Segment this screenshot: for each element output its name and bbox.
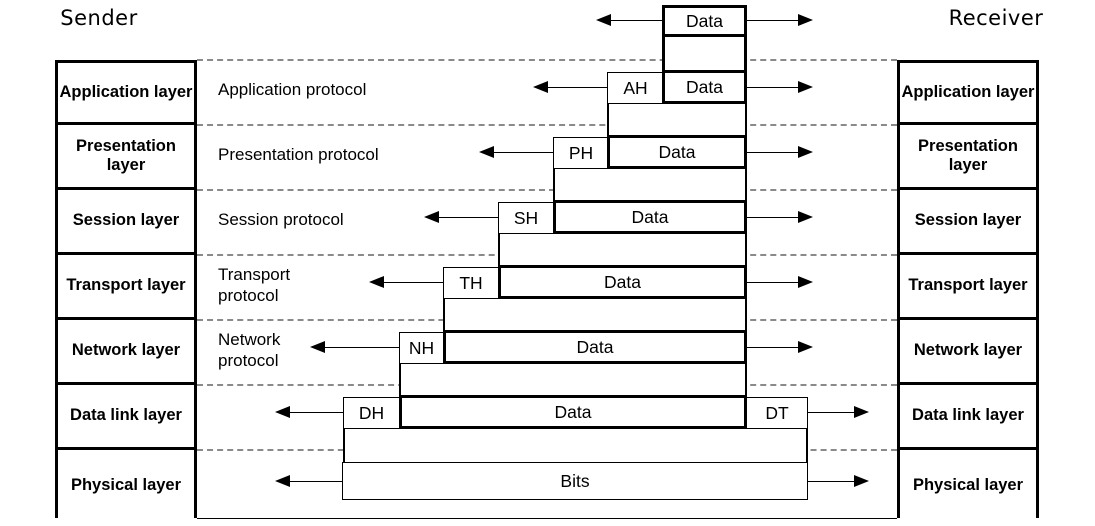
arrow-left-network [310,341,325,353]
pdu-transport-data[interactable]: Data [498,265,747,299]
receiver-layer-presentation[interactable]: Presentation layer [900,125,1036,190]
arrow-line-left-presentation [493,152,553,153]
pdu-top-data[interactable]: Data [662,5,747,37]
pdu-application-header[interactable]: AH [607,72,664,104]
arrow-line-left-top [610,20,662,21]
sender-layer-application[interactable]: Application layer [58,63,194,125]
pdu-session-data[interactable]: Data [553,200,747,234]
arrow-left-physical [275,475,290,487]
arrow-right-transport [798,276,813,288]
arrow-right-datalink [854,406,869,418]
arrow-line-left-application [547,87,607,88]
connector-top-to-application [662,36,747,74]
pdu-datalink-trailer[interactable]: DT [746,397,808,429]
arrow-line-right-physical [808,481,855,482]
sender-layer-stack: Application layer Presentation layer Ses… [55,60,197,521]
pdu-physical-bits[interactable]: Bits [342,462,808,500]
arrow-line-right-transport [747,282,799,283]
protocol-label-presentation: Presentation protocol [218,145,379,164]
protocol-label-application: Application protocol [218,80,367,99]
arrow-left-datalink [275,406,290,418]
pdu-network-data[interactable]: Data [443,330,747,364]
pdu-session-header[interactable]: SH [498,202,554,234]
arrow-left-presentation [479,146,494,158]
arrow-right-physical [854,475,869,487]
arrow-line-left-session [438,217,498,218]
sender-layer-datalink[interactable]: Data link layer [58,385,194,450]
receiver-layer-physical[interactable]: Physical layer [900,450,1036,521]
pdu-datalink-data[interactable]: Data [399,395,747,429]
sender-title: Sender [60,6,138,30]
arrow-line-right-application [747,87,799,88]
sender-layer-transport[interactable]: Transport layer [58,255,194,320]
arrow-left-transport [369,276,384,288]
sender-layer-session[interactable]: Session layer [58,190,194,255]
arrow-right-application [798,81,813,93]
separator-session-transport [197,189,897,191]
receiver-layer-transport[interactable]: Transport layer [900,255,1036,320]
separator-presentation-session [197,124,897,126]
sender-layer-network[interactable]: Network layer [58,320,194,385]
arrow-line-left-datalink [289,412,343,413]
arrow-line-right-network [747,347,799,348]
sender-layer-presentation[interactable]: Presentation layer [58,125,194,190]
connector-datalink-to-physical [343,428,808,464]
connector-presentation-to-session [553,168,747,204]
pdu-datalink-header[interactable]: DH [343,397,400,429]
arrow-left-top [596,14,611,26]
receiver-layer-network[interactable]: Network layer [900,320,1036,385]
receiver-layer-datalink[interactable]: Data link layer [900,385,1036,450]
arrow-line-right-top [747,20,799,21]
arrow-line-right-presentation [747,152,799,153]
connector-transport-to-network [443,298,747,334]
arrow-line-right-datalink [808,412,855,413]
osi-encapsulation-diagram: Sender Receiver Application layer Presen… [0,0,1095,526]
pdu-network-header[interactable]: NH [399,332,444,364]
connector-application-to-presentation [607,103,747,139]
arrow-right-presentation [798,146,813,158]
pdu-presentation-data[interactable]: Data [607,135,747,169]
protocol-label-network: Network protocol [218,330,281,370]
receiver-layer-application[interactable]: Application layer [900,63,1036,125]
arrow-left-session [424,211,439,223]
protocol-label-session: Session protocol [218,210,344,229]
pdu-presentation-header[interactable]: PH [553,137,609,169]
arrow-line-left-network [324,347,399,348]
pdu-transport-header[interactable]: TH [443,267,499,299]
connector-network-to-datalink [399,363,747,399]
arrow-right-top [798,14,813,26]
bottom-baseline [197,518,897,519]
arrow-line-right-session [747,217,799,218]
receiver-layer-stack: Application layer Presentation layer Ses… [897,60,1039,521]
arrow-left-application [533,81,548,93]
protocol-label-transport: Transport protocol [218,265,291,305]
sender-layer-physical[interactable]: Physical layer [58,450,194,521]
arrow-line-left-physical [289,481,342,482]
arrow-right-session [798,211,813,223]
receiver-title: Receiver [948,6,1044,30]
connector-session-to-transport [498,233,747,269]
arrow-line-left-transport [383,282,443,283]
arrow-right-network [798,341,813,353]
pdu-application-data[interactable]: Data [662,70,747,104]
receiver-layer-session[interactable]: Session layer [900,190,1036,255]
separator-app-presentation [197,59,897,61]
